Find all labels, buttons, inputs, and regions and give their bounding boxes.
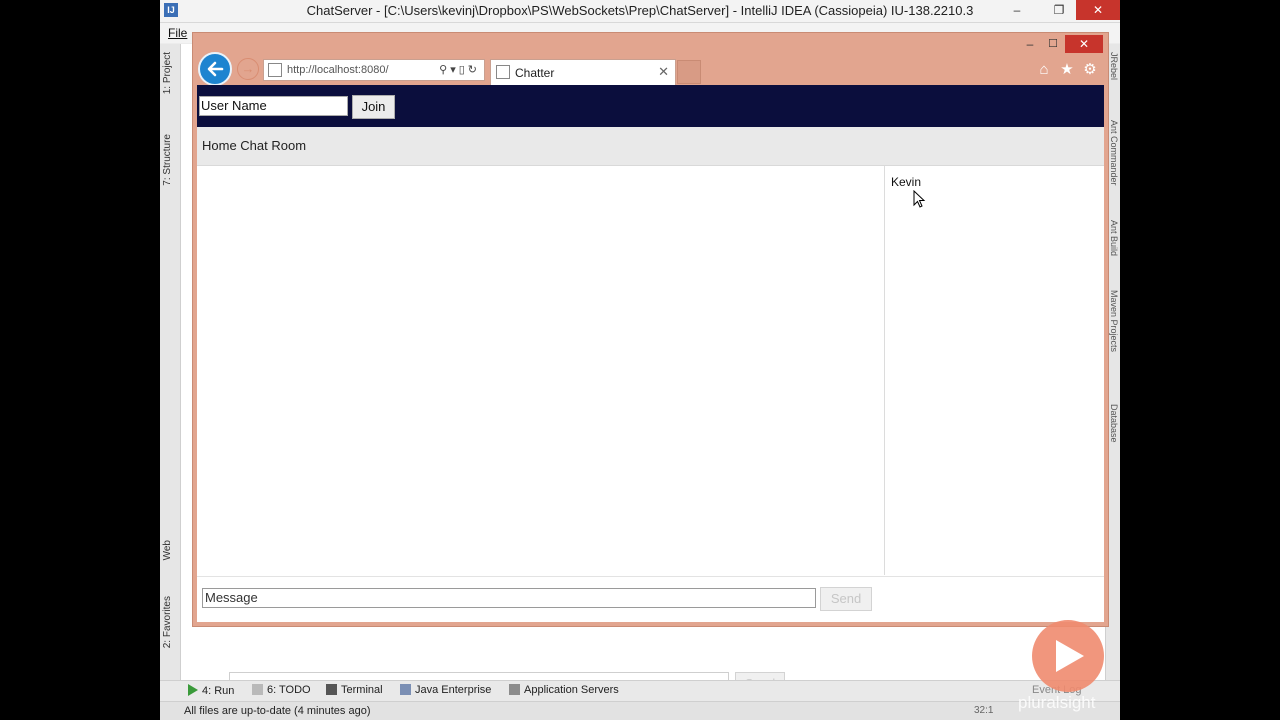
tab-title: Chatter bbox=[515, 66, 555, 80]
refresh-icon[interactable]: ↻ bbox=[468, 64, 480, 76]
bottom-tab-todo[interactable]: 6: TODO bbox=[252, 684, 311, 696]
ide-bottom-tool-tabs: 4: Run 6: TODO Terminal Java Enterprise … bbox=[160, 680, 1120, 701]
browser-minimize-button[interactable]: – bbox=[1019, 35, 1041, 53]
bottom-tab-java-enterprise-label: Java Enterprise bbox=[415, 684, 492, 696]
home-icon[interactable]: ⌂ bbox=[1036, 62, 1052, 78]
java-enterprise-icon bbox=[400, 684, 411, 695]
play-icon bbox=[1056, 640, 1084, 672]
chat-messages-area bbox=[197, 166, 884, 575]
forward-button[interactable]: → bbox=[237, 58, 259, 80]
ide-status-text: All files are up-to-date (4 minutes ago) bbox=[184, 705, 371, 717]
tool-tab-structure[interactable]: 7: Structure bbox=[162, 134, 173, 186]
browser-close-button[interactable]: ✕ bbox=[1065, 35, 1103, 53]
ide-close-button[interactable]: ✕ bbox=[1076, 0, 1120, 20]
users-panel: Kevin bbox=[884, 166, 1104, 575]
ide-restore-button[interactable]: ❐ bbox=[1044, 0, 1074, 20]
username-input[interactable]: User Name bbox=[199, 96, 348, 116]
tab-chatter[interactable]: Chatter ✕ bbox=[490, 59, 676, 85]
tab-close-icon[interactable]: ✕ bbox=[658, 64, 669, 80]
search-icon[interactable]: ⚲ bbox=[439, 64, 450, 76]
tool-tab-ant-build[interactable]: Ant Build bbox=[1109, 220, 1119, 256]
tool-tab-jrebel[interactable]: JRebel bbox=[1109, 52, 1119, 80]
dropdown-icon[interactable]: ▾ bbox=[450, 64, 459, 76]
application-servers-icon bbox=[509, 684, 520, 695]
todo-icon bbox=[252, 684, 263, 695]
new-tab-button[interactable] bbox=[677, 60, 701, 84]
gear-icon[interactable]: ⚙ bbox=[1082, 62, 1098, 78]
tab-favicon-icon bbox=[496, 65, 510, 79]
address-url[interactable]: http://localhost:8080/ bbox=[287, 64, 389, 76]
ide-left-tool-strip: 1: Project 7: Structure Web 2: Favorites bbox=[160, 44, 181, 680]
run-icon bbox=[188, 684, 198, 696]
message-bar: Message Send bbox=[197, 576, 1104, 622]
back-button[interactable] bbox=[198, 52, 232, 86]
browser-window: – ☐ ✕ → http://localhost:8080/ ⚲▾▯↻ Chat… bbox=[193, 33, 1108, 626]
bottom-tab-application-servers-label: Application Servers bbox=[524, 684, 619, 696]
user-list-item[interactable]: Kevin bbox=[891, 175, 921, 189]
ide-title-bar: IJ ChatServer - [C:\Users\kevinj\Dropbox… bbox=[160, 0, 1120, 23]
tool-tab-web[interactable]: Web bbox=[162, 540, 173, 560]
bottom-tab-java-enterprise[interactable]: Java Enterprise bbox=[400, 684, 491, 696]
browser-maximize-button[interactable]: ☐ bbox=[1042, 35, 1064, 53]
room-header: Home Chat Room bbox=[197, 127, 1104, 166]
bottom-tab-run-label: 4: Run bbox=[202, 685, 235, 697]
bottom-tab-terminal[interactable]: Terminal bbox=[326, 684, 383, 696]
forward-arrow-icon: → bbox=[241, 61, 255, 76]
bottom-tab-application-servers[interactable]: Application Servers bbox=[509, 684, 619, 696]
favorites-star-icon[interactable]: ★ bbox=[1059, 62, 1075, 78]
bottom-tab-run[interactable]: 4: Run bbox=[188, 684, 234, 697]
mouse-cursor-icon bbox=[913, 190, 926, 208]
terminal-icon bbox=[326, 684, 337, 695]
back-arrow-icon bbox=[207, 61, 224, 77]
ide-window-title: ChatServer - [C:\Users\kevinj\Dropbox\PS… bbox=[306, 3, 974, 18]
tool-tab-favorites[interactable]: 2: Favorites bbox=[162, 596, 173, 648]
tool-tab-database[interactable]: Database bbox=[1109, 404, 1119, 443]
page-favicon-icon bbox=[268, 63, 282, 77]
pluralsight-watermark: pluralsight bbox=[1018, 693, 1096, 712]
ide-caret-position[interactable]: 32:1 bbox=[974, 705, 993, 716]
menu-file[interactable]: File bbox=[168, 26, 187, 40]
page-navbar: User Name Join bbox=[197, 85, 1104, 127]
ide-minimize-button[interactable]: – bbox=[1002, 0, 1032, 20]
chat-page: User Name Join Home Chat Room Kevin Mess… bbox=[197, 85, 1104, 622]
tool-tab-maven-projects[interactable]: Maven Projects bbox=[1109, 290, 1119, 352]
tool-tab-project[interactable]: 1: Project bbox=[162, 52, 173, 94]
join-button[interactable]: Join bbox=[352, 95, 395, 119]
send-button[interactable]: Send bbox=[820, 587, 872, 611]
bottom-tab-terminal-label: Terminal bbox=[341, 684, 383, 696]
ide-status-bar: All files are up-to-date (4 minutes ago)… bbox=[160, 701, 1120, 720]
tool-tab-ant-commander[interactable]: Ant Commander bbox=[1109, 120, 1119, 186]
address-tools: ⚲▾▯↻ bbox=[439, 63, 480, 76]
compat-view-icon[interactable]: ▯ bbox=[459, 64, 468, 76]
room-title: Home Chat Room bbox=[202, 138, 307, 153]
pluralsight-play-logo-icon bbox=[1032, 620, 1104, 692]
bottom-tab-todo-label: 6: TODO bbox=[267, 684, 311, 696]
message-input[interactable]: Message bbox=[202, 588, 816, 608]
address-bar[interactable]: http://localhost:8080/ ⚲▾▯↻ bbox=[263, 59, 485, 81]
